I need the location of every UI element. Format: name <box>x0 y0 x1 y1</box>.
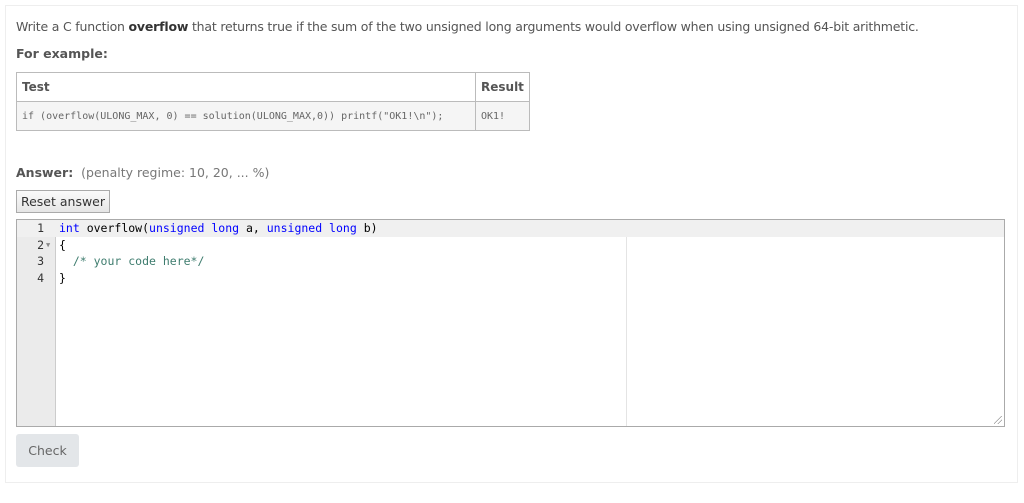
code-line[interactable]: 2 ▼ { <box>17 237 1004 254</box>
question-prefix: Write a C function <box>16 19 129 34</box>
answer-heading: Answer: <box>16 165 74 180</box>
code-editor[interactable]: 1 int overflow(unsigned long a, unsigned … <box>16 219 1005 427</box>
answer-label: Answer: (penalty regime: 10, 20, ... %) <box>16 165 269 180</box>
code-token: overflow( <box>79 221 150 235</box>
header-test: Test <box>16 72 476 102</box>
function-name: overflow <box>128 19 189 34</box>
code-text: int overflow(unsigned long a, unsigned l… <box>59 220 378 237</box>
for-example-heading: For example: <box>16 46 108 61</box>
line-number: 4 <box>37 270 44 285</box>
code-token: { <box>59 237 66 252</box>
header-result: Result <box>475 72 530 102</box>
line-number: 3 <box>37 254 44 268</box>
example-table: Test Result if (overflow(ULONG_MAX, 0) ==… <box>16 72 530 131</box>
code-text: { <box>59 237 66 254</box>
code-token: b) <box>356 221 378 235</box>
code-text: } <box>59 270 66 287</box>
code-token: unsigned long <box>149 221 240 235</box>
test-cell: if (overflow(ULONG_MAX, 0) == solution(U… <box>16 101 476 131</box>
fold-arrow-icon[interactable]: ▼ <box>46 237 50 254</box>
code-text: /* your code here*/ <box>59 253 205 270</box>
code-token: /* your code here*/ <box>59 254 205 268</box>
reset-answer-button[interactable]: Reset answer <box>16 190 110 213</box>
line-number: 1 <box>37 221 44 235</box>
table-row: if (overflow(ULONG_MAX, 0) == solution(U… <box>16 101 530 131</box>
code-lines[interactable]: 1 int overflow(unsigned long a, unsigned … <box>17 220 1004 286</box>
code-token: } <box>59 270 66 285</box>
code-line[interactable]: 3 /* your code here*/ <box>17 253 1004 270</box>
penalty-regime: (penalty regime: 10, 20, ... %) <box>81 165 270 180</box>
question-suffix: that returns true if the sum of the two … <box>188 19 919 34</box>
code-token: int <box>59 221 80 235</box>
question-text: Write a C function overflow that returns… <box>16 19 919 34</box>
resize-handle[interactable] <box>994 416 1002 424</box>
line-number: 2 <box>37 237 44 252</box>
result-cell: OK1! <box>475 101 530 131</box>
code-token: a, <box>239 221 267 235</box>
code-line[interactable]: 4} <box>17 270 1004 287</box>
check-button[interactable]: Check <box>16 434 79 467</box>
code-line[interactable]: 1 int overflow(unsigned long a, unsigned … <box>17 220 1004 237</box>
code-token: unsigned long <box>266 221 357 235</box>
